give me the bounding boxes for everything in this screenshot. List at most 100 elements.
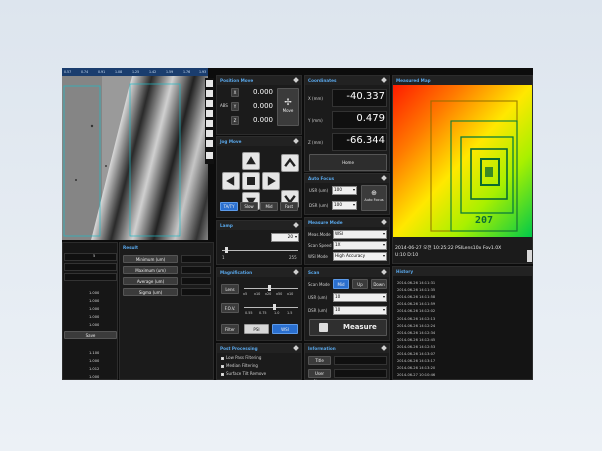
lens-slider-handle[interactable] <box>268 285 271 291</box>
filter-wsi-button[interactable]: WSI <box>272 324 298 334</box>
camera-view[interactable] <box>62 76 208 240</box>
panel-header: Coordinates <box>305 76 389 85</box>
position-x-input[interactable]: 0.000 <box>241 88 273 97</box>
history-entry[interactable]: 2014-06-26 14:11:35 <box>397 288 435 292</box>
af-dsr-label: DSR (um) <box>309 203 329 208</box>
scan-dsr-select[interactable]: 10 <box>333 306 387 315</box>
history-entry[interactable]: 2014-06-26 14:13:20 <box>397 366 435 370</box>
lamp-slider-track[interactable] <box>222 250 298 251</box>
history-entry[interactable]: 2014-06-26 14:12:13 <box>397 317 435 321</box>
scan-speed-select[interactable]: 1X <box>333 241 387 250</box>
history-entry[interactable]: 2014-06-26 14:11:31 <box>397 281 435 285</box>
info-icon[interactable] <box>206 152 213 159</box>
pin-icon[interactable] <box>293 222 299 228</box>
info-title-input[interactable] <box>334 356 387 365</box>
jog-mode-slow[interactable]: Slow <box>240 202 258 211</box>
param-row[interactable] <box>64 273 117 281</box>
marker-icon[interactable] <box>206 140 213 147</box>
lamp-slider-handle[interactable] <box>225 247 228 253</box>
af-dsr-select[interactable]: 100 <box>332 201 357 210</box>
history-entry[interactable]: 2014-06-26 14:11:59 <box>397 302 435 306</box>
axis-z-label: Z <box>231 116 239 125</box>
position-y-input[interactable]: 0.000 <box>241 102 273 111</box>
scan-usr-select[interactable]: 10 <box>333 293 387 302</box>
wsi-mode-select[interactable]: High Accuracy <box>333 252 387 261</box>
pin-icon[interactable] <box>293 77 299 83</box>
home-button[interactable]: Home <box>309 154 387 171</box>
scan-mode-mid[interactable]: Mid <box>333 279 349 289</box>
panel-header: Jog Move <box>217 137 301 146</box>
zoom-icon[interactable] <box>206 130 213 137</box>
panel-title: Jog Move <box>220 139 242 144</box>
meas-mode-label: Meas.Mode <box>308 232 331 237</box>
pin-icon[interactable] <box>293 138 299 144</box>
history-entry[interactable]: 2014-06-26 14:12:45 <box>397 338 435 342</box>
map-side-thumbnail[interactable] <box>527 250 532 262</box>
ruler-tick: 1.08 <box>115 70 123 74</box>
fov-slider-track[interactable] <box>244 307 298 308</box>
history-entry[interactable]: 2014-06-26 14:12:02 <box>397 309 435 313</box>
pin-icon[interactable] <box>293 345 299 351</box>
move-button[interactable]: ✢ Move <box>277 88 299 126</box>
param-row[interactable] <box>64 253 117 261</box>
ruler-tick: 1.93 <box>199 70 207 74</box>
history-entry[interactable]: 2014-06-26 14:13:17 <box>397 359 435 363</box>
jog-left-button[interactable] <box>222 172 240 190</box>
history-entry[interactable]: 2014-06-26 14:12:24 <box>397 324 435 328</box>
jog-center-button[interactable] <box>242 172 260 190</box>
view-toolbar <box>205 78 214 164</box>
jog-right-button[interactable] <box>262 172 280 190</box>
height-map-image[interactable]: 207 <box>393 85 532 237</box>
param-row[interactable] <box>64 263 117 271</box>
low-pass-checkbox[interactable]: Low Pass Filtering <box>221 355 261 360</box>
save-button[interactable]: Save <box>64 331 117 339</box>
af-usr-select[interactable]: 100 <box>332 186 357 195</box>
jog-mode-mid[interactable]: Mid <box>260 202 278 211</box>
fov-slider-handle[interactable] <box>273 304 276 310</box>
pin-icon[interactable] <box>381 77 387 83</box>
ruler-tick: 0.57 <box>64 70 72 74</box>
crosshair-icon[interactable] <box>206 120 213 127</box>
panel-header: Post Processing <box>217 344 301 353</box>
info-user-label: User Name <box>308 369 331 380</box>
tilt-remove-checkbox[interactable]: Surface Tilt Remove <box>221 371 266 376</box>
panel-header: Information <box>305 344 389 353</box>
ruler-tick: 0.74 <box>81 70 89 74</box>
auto-focus-panel: Auto Focus USR (um) 100 DSR (um) 100 ⊕ A… <box>304 173 390 215</box>
median-checkbox[interactable]: Median Filtering <box>221 363 258 368</box>
jog-mode-fast[interactable]: Fast <box>280 202 298 211</box>
filter-psi-button[interactable]: PSI <box>244 324 269 334</box>
position-z-input[interactable]: 0.000 <box>241 116 273 125</box>
info-user-input[interactable] <box>334 369 387 378</box>
pin-icon[interactable] <box>381 269 387 275</box>
table-icon[interactable] <box>206 110 213 117</box>
position-move-panel: Position Move ABS X Y Z 0.000 0.000 0.00… <box>216 75 302 135</box>
play-icon[interactable] <box>206 80 213 87</box>
jog-mode-tatytab[interactable]: TA/TY <box>220 202 238 211</box>
history-entry[interactable]: 2014-06-26 14:13:07 <box>397 352 435 356</box>
stop-icon[interactable] <box>206 90 213 97</box>
grid-icon[interactable] <box>206 100 213 107</box>
z-up-button[interactable] <box>281 154 299 172</box>
scan-mode-down[interactable]: Down <box>371 279 387 289</box>
pin-icon[interactable] <box>381 345 387 351</box>
ruler-tick: 1.25 <box>132 70 140 74</box>
history-entry[interactable]: 2014-06-27 10:10:46 <box>397 373 435 377</box>
scan-mode-up[interactable]: Up <box>352 279 368 289</box>
fov-tick: 0.75 <box>259 311 267 315</box>
auto-focus-button[interactable]: ⊕ Auto Focus <box>361 185 387 211</box>
pin-icon[interactable] <box>381 175 387 181</box>
jog-up-button[interactable] <box>242 152 260 170</box>
param-cell: 1.000 <box>89 359 100 363</box>
history-entry[interactable]: 2014-06-26 14:11:58 <box>397 295 435 299</box>
axis-x-label: X <box>231 88 239 97</box>
meas-mode-select[interactable]: WSI <box>333 230 387 239</box>
lens-slider-track[interactable] <box>244 288 298 289</box>
measure-button[interactable]: Measure <box>309 319 387 336</box>
history-entry[interactable]: 2014-06-26 14:12:34 <box>397 331 435 335</box>
history-entry[interactable]: 2014-06-26 14:12:53 <box>397 345 435 349</box>
lamp-value-input[interactable]: 20 <box>271 233 299 242</box>
coordinates-panel: Coordinates X (mm) -40.337 Y (mm) 0.479 … <box>304 75 390 172</box>
pin-icon[interactable] <box>381 219 387 225</box>
pin-icon[interactable] <box>293 269 299 275</box>
